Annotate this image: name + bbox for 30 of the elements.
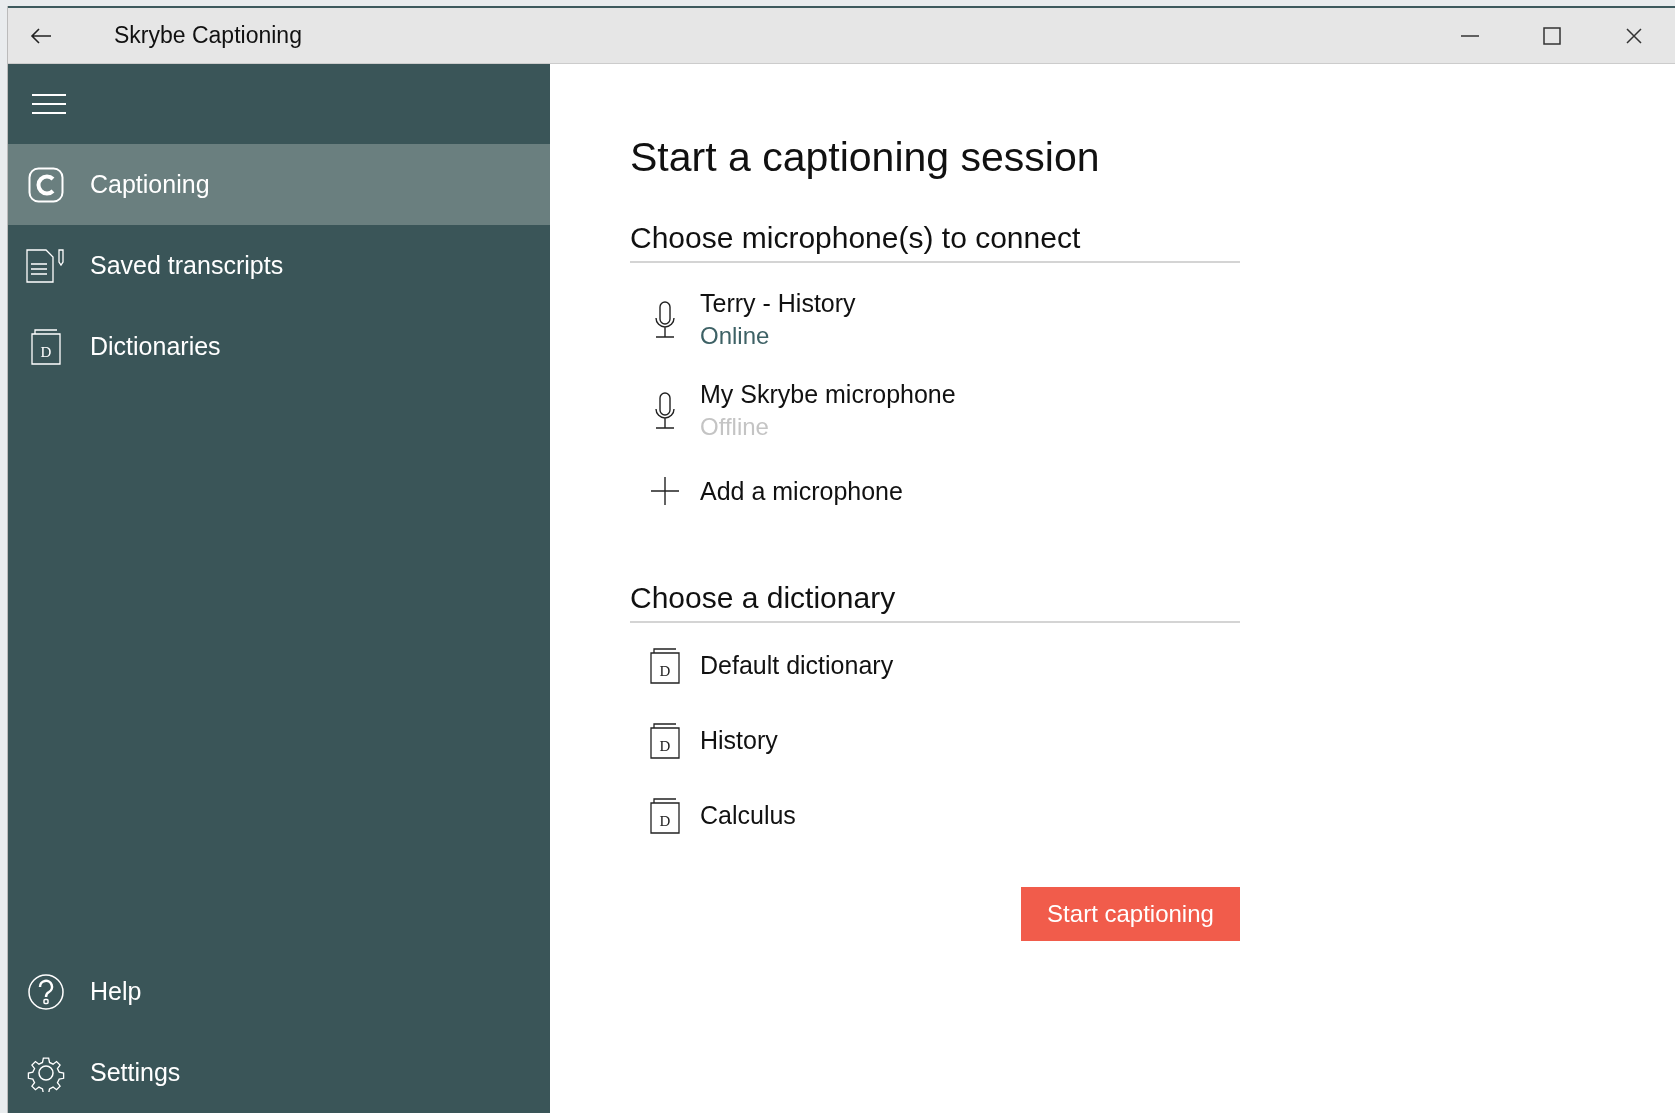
microphone-item[interactable]: My Skrybe microphone Offline [630,365,1240,456]
section-heading: Choose a dictionary [630,581,1240,623]
section-heading: Choose microphone(s) to connect [630,221,1240,263]
dictionary-item[interactable]: History [700,726,778,755]
nav-item[interactable]: Settings [8,1032,550,1113]
nav-item[interactable]: D Dictionaries [8,306,550,387]
status-label: Online [700,322,771,350]
add-microphone-link[interactable]: Add a microphone [700,476,903,506]
microphone-icon [653,300,677,339]
microphone-name: Terry - History [700,289,856,318]
dictionary-item[interactable]: Default dictionary [700,651,894,680]
microphone-name: My Skrybe microphone [700,380,956,409]
maximize-icon[interactable] [1543,26,1561,45]
microphone-item[interactable]: Terry - History Online [630,274,1240,365]
page-title: Start a captioning session [630,134,1101,181]
minimize-icon[interactable] [1461,34,1479,37]
window-title: Skrybe Captioning [114,22,303,49]
help-icon [27,972,65,1011]
nav-item[interactable]: Captioning [8,144,550,225]
document-pencil-icon [26,248,66,283]
nav-item[interactable]: Help [8,951,550,1032]
plus-icon[interactable] [651,477,679,505]
back-arrow-icon[interactable] [30,27,52,44]
status-label: Offline [700,413,770,441]
close-icon[interactable] [1626,27,1642,44]
dictionary-item[interactable]: Calculus [700,801,796,830]
nav-item[interactable]: Saved transcripts [8,225,550,306]
menu-icon[interactable] [31,93,67,115]
microphone-icon [653,391,677,430]
caption-icon [28,166,64,203]
